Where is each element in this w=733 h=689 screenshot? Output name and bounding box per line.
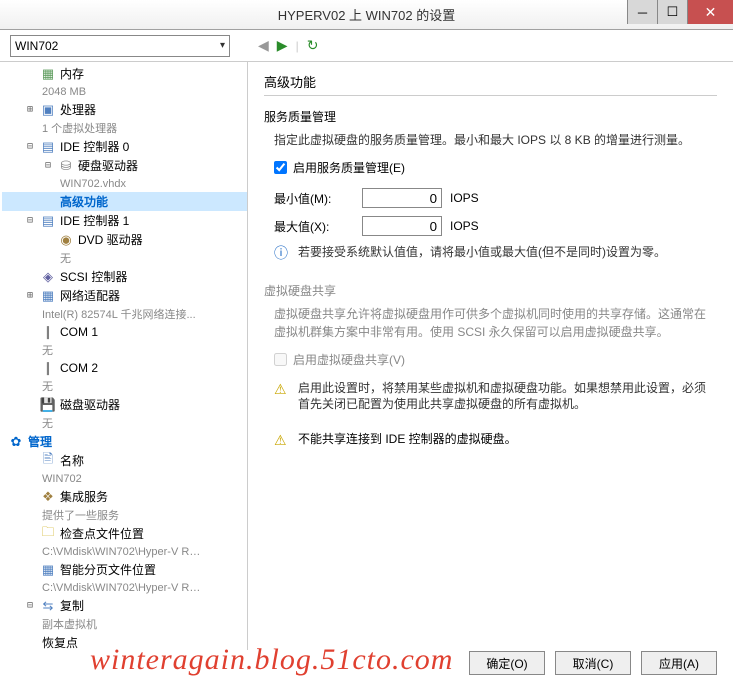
scsi-icon: ◈	[40, 269, 56, 285]
info-icon: ⓘ	[274, 244, 290, 264]
min-label: 最小值(M):	[274, 190, 354, 207]
memory-icon: ▦	[40, 66, 56, 82]
tree-hdd[interactable]: ⊟⛁硬盘驱动器	[2, 156, 247, 175]
paging-icon: ▦	[40, 562, 56, 578]
tree-floppy[interactable]: 💾磁盘驱动器	[2, 395, 247, 414]
warning-icon: ⚠	[274, 431, 290, 451]
min-unit: IOPS	[450, 191, 479, 205]
wrench-icon: ✿	[8, 434, 24, 450]
close-button[interactable]: ✕	[687, 0, 733, 24]
maximize-button[interactable]: ☐	[657, 0, 687, 24]
tree-advanced[interactable]: 高级功能	[2, 192, 247, 211]
qos-info: 若要接受系统默认值值，请将最小值或最大值(但不是同时)设置为零。	[298, 244, 666, 261]
tree-name[interactable]: 🖹名称	[2, 451, 247, 470]
expand-icon[interactable]: ⊞	[24, 105, 36, 115]
min-input[interactable]	[362, 188, 442, 208]
vm-selector[interactable]: WIN702 ▾	[10, 35, 230, 57]
nav-forward-icon[interactable]: ▶	[277, 37, 288, 54]
disk-icon: ⛁	[58, 158, 74, 174]
detail-heading: 高级功能	[264, 72, 717, 96]
tree-smartpaging[interactable]: ▦智能分页文件位置	[2, 560, 247, 579]
nav-separator: |	[296, 39, 299, 53]
qos-desc: 指定此虚拟硬盘的服务质量管理。最小和最大 IOPS 以 8 KB 的增量进行测量…	[264, 131, 717, 149]
services-icon: ❖	[40, 489, 56, 505]
collapse-icon[interactable]: ⊟	[42, 161, 54, 171]
serial-icon: ❙	[40, 360, 56, 376]
vm-selector-value: WIN702	[15, 39, 58, 53]
tree-integration[interactable]: ❖集成服务	[2, 487, 247, 506]
tree-com2[interactable]: ❙COM 2	[2, 359, 247, 377]
tree-com1[interactable]: ❙COM 1	[2, 323, 247, 341]
ok-button[interactable]: 确定(O)	[469, 651, 545, 675]
chevron-down-icon: ▾	[220, 40, 225, 51]
folder-icon: 🗀	[40, 526, 56, 542]
share-desc: 虚拟硬盘共享允许将虚拟硬盘用作可供多个虚拟机同时使用的共享存储。这通常在虚拟机群…	[264, 305, 717, 341]
enable-share-label: 启用虚拟硬盘共享(V)	[293, 351, 405, 368]
detail-pane: 高级功能 服务质量管理 指定此虚拟硬盘的服务质量管理。最小和最大 IOPS 以 …	[248, 62, 733, 650]
replication-icon: ⇆	[40, 598, 56, 614]
window-title: HYPERV02 上 WIN702 的设置	[0, 5, 733, 24]
tree-nic[interactable]: ⊞▦网络适配器	[2, 286, 247, 305]
warning-icon: ⚠	[274, 380, 290, 400]
toolbar: WIN702 ▾ ◀ ▶ | ↻	[0, 30, 733, 62]
network-icon: ▦	[40, 288, 56, 304]
tree-dvd[interactable]: ◉DVD 驱动器	[2, 230, 247, 249]
share-warn2: 不能共享连接到 IDE 控制器的虚拟硬盘。	[298, 431, 517, 448]
collapse-icon[interactable]: ⊟	[24, 142, 36, 152]
tree-ide0[interactable]: ⊟▤IDE 控制器 0	[2, 137, 247, 156]
max-input[interactable]	[362, 216, 442, 236]
share-group: 虚拟硬盘共享 虚拟硬盘共享允许将虚拟硬盘用作可供多个虚拟机同时使用的共享存储。这…	[264, 282, 717, 414]
apply-button[interactable]: 应用(A)	[641, 651, 717, 675]
tree-recovery[interactable]: 恢复点	[2, 633, 247, 650]
controller-icon: ▤	[40, 139, 56, 155]
share-title: 虚拟硬盘共享	[264, 282, 717, 299]
enable-share-checkbox	[274, 353, 287, 366]
tree-scsi[interactable]: ◈SCSI 控制器	[2, 267, 247, 286]
titlebar: HYPERV02 上 WIN702 的设置 ─ ☐ ✕	[0, 0, 733, 30]
collapse-icon[interactable]: ⊟	[24, 601, 36, 611]
settings-tree[interactable]: ▦内存 2048 MB ⊞▣处理器 1 个虚拟处理器 ⊟▤IDE 控制器 0 ⊟…	[0, 62, 248, 650]
qos-title: 服务质量管理	[264, 108, 717, 125]
expand-icon[interactable]: ⊞	[24, 291, 36, 301]
collapse-icon[interactable]: ⊟	[24, 216, 36, 226]
serial-icon: ❙	[40, 324, 56, 340]
controller-icon: ▤	[40, 213, 56, 229]
name-icon: 🖹	[40, 453, 56, 469]
qos-group: 服务质量管理 指定此虚拟硬盘的服务质量管理。最小和最大 IOPS 以 8 KB …	[264, 108, 717, 264]
tree-management: ✿管理	[2, 432, 247, 451]
floppy-icon: 💾	[40, 397, 56, 413]
tree-cpu[interactable]: ⊞▣处理器	[2, 100, 247, 119]
enable-qos-checkbox[interactable]	[274, 161, 287, 174]
tree-ide1[interactable]: ⊟▤IDE 控制器 1	[2, 211, 247, 230]
share-warn1: 启用此设置时，将禁用某些虚拟机和虚拟硬盘功能。如果想禁用此设置，必须首先关闭已配…	[298, 380, 717, 414]
minimize-button[interactable]: ─	[627, 0, 657, 24]
max-unit: IOPS	[450, 219, 479, 233]
refresh-icon[interactable]: ↻	[307, 37, 319, 54]
tree-checkpoint[interactable]: 🗀检查点文件位置	[2, 524, 247, 543]
tree-replication[interactable]: ⊟⇆复制	[2, 596, 247, 615]
tree-memory[interactable]: ▦内存	[2, 64, 247, 83]
max-label: 最大值(X):	[274, 218, 354, 235]
enable-qos-label: 启用服务质量管理(E)	[293, 159, 405, 176]
dvd-icon: ◉	[58, 232, 74, 248]
cpu-icon: ▣	[40, 102, 56, 118]
dialog-buttons: 确定(O) 取消(C) 应用(A)	[469, 651, 717, 675]
nav-back-icon[interactable]: ◀	[258, 37, 269, 54]
cancel-button[interactable]: 取消(C)	[555, 651, 631, 675]
